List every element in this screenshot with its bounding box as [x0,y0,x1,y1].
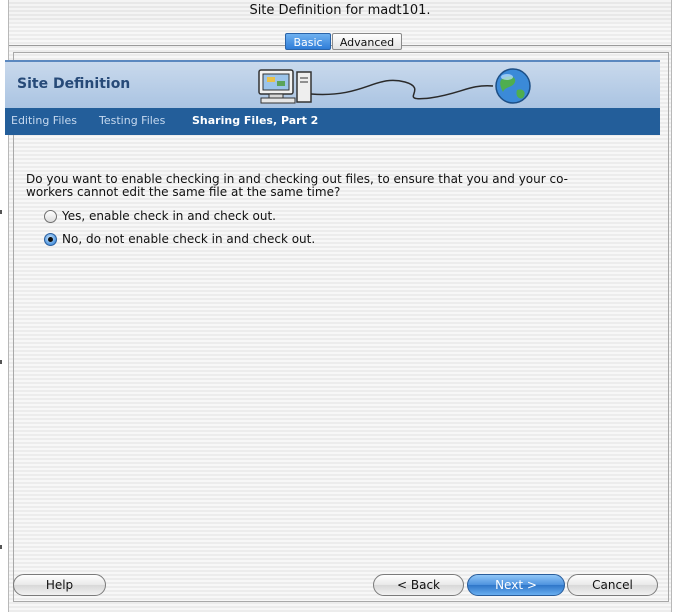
window-title: Site Definition for madt101. [9,0,671,22]
step-testing-files[interactable]: Testing Files [99,114,165,127]
edge-artifact [0,545,2,549]
help-button[interactable]: Help [13,574,106,596]
option-enable-label: Yes, enable check in and check out. [62,209,276,223]
tab-bar: Basic Advanced [9,33,671,51]
wizard-steps: Editing Files Testing Files Sharing File… [5,108,660,135]
wizard-header: Site Definition [5,60,660,110]
option-disable-label: No, do not enable check in and check out… [62,232,316,246]
back-button[interactable]: < Back [373,574,464,596]
tab-advanced[interactable]: Advanced [332,33,402,50]
option-enable-checkout[interactable]: Yes, enable check in and check out. [44,208,276,224]
step-sharing-files[interactable]: Sharing Files, Part 2 [192,114,318,127]
step-editing-files[interactable]: Editing Files [11,114,77,127]
edge-artifact [0,210,2,214]
option-disable-checkout[interactable]: No, do not enable check in and check out… [44,231,315,247]
edge-artifact [0,360,2,364]
cancel-button[interactable]: Cancel [567,574,658,596]
next-button[interactable]: Next > [467,574,565,596]
computer-globe-icon [258,68,531,104]
wizard-header-title: Site Definition [17,76,131,92]
question-line-2: workers cannot edit the same file at the… [26,185,341,199]
network-illustration [255,64,555,112]
tab-basic[interactable]: Basic [285,33,331,50]
radio-button-unchecked-icon[interactable] [44,209,57,223]
checkout-question: Do you want to enable checking in and ch… [26,173,626,199]
radio-button-checked-icon[interactable] [44,232,57,246]
